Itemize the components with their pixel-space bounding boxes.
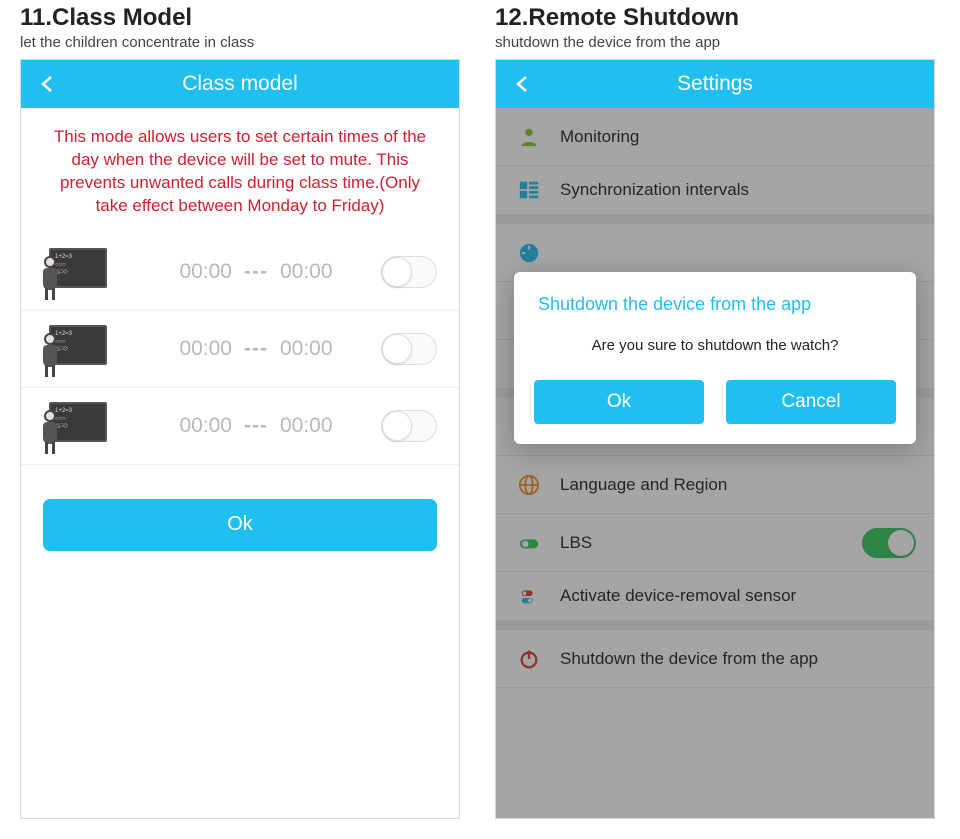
panel-remote-shutdown: 12.Remote Shutdown shutdown the device f… [495, 0, 940, 819]
dialog-buttons: Ok Cancel [534, 380, 896, 424]
panel-header: 12.Remote Shutdown shutdown the device f… [495, 0, 940, 59]
chalkboard-icon [39, 398, 109, 454]
back-button[interactable] [510, 71, 536, 97]
dash: --- [244, 260, 268, 284]
chalkboard-icon [39, 321, 109, 377]
section-title: 12.Remote Shutdown [495, 4, 940, 32]
ok-label: Ok [607, 391, 631, 413]
chalkboard-icon [39, 244, 109, 300]
panel-class-model: 11.Class Model let the children concentr… [20, 0, 465, 819]
dialog-message: Are you sure to shutdown the watch? [534, 337, 896, 354]
dialog-title: Shutdown the device from the app [534, 294, 896, 315]
screen-title: Class model [182, 72, 298, 96]
time-range[interactable]: 00:00 --- 00:00 [131, 414, 381, 438]
phone-screen-settings: Settings Monitoring Synchronization [495, 59, 935, 819]
toggle-switch[interactable] [381, 333, 437, 365]
ok-label: Ok [227, 513, 253, 536]
dash: --- [244, 414, 268, 438]
dialog-cancel-button[interactable]: Cancel [726, 380, 896, 424]
screen-title: Settings [677, 72, 753, 96]
phone-body: This mode allows users to set certain ti… [21, 108, 459, 818]
end-time: 00:00 [280, 260, 333, 284]
titlebar: Class model [21, 60, 459, 108]
phone-body: Monitoring Synchronization intervals [496, 108, 934, 818]
end-time: 00:00 [280, 414, 333, 438]
back-button[interactable] [35, 71, 61, 97]
time-row[interactable]: 00:00 --- 00:00 [21, 311, 459, 388]
time-range[interactable]: 00:00 --- 00:00 [131, 260, 381, 284]
end-time: 00:00 [280, 337, 333, 361]
class-description: This mode allows users to set certain ti… [21, 108, 459, 234]
shutdown-dialog: Shutdown the device from the app Are you… [514, 272, 916, 444]
ok-button[interactable]: Ok [43, 499, 437, 551]
toggle-switch[interactable] [381, 410, 437, 442]
start-time: 00:00 [179, 260, 232, 284]
section-subtitle: shutdown the device from the app [495, 34, 940, 51]
section-title: 11.Class Model [20, 4, 465, 32]
arrow-left-icon [36, 72, 60, 96]
time-row[interactable]: 00:00 --- 00:00 [21, 234, 459, 311]
dash: --- [244, 337, 268, 361]
dialog-ok-button[interactable]: Ok [534, 380, 704, 424]
modal-overlay[interactable] [496, 108, 934, 818]
panel-header: 11.Class Model let the children concentr… [20, 0, 465, 59]
start-time: 00:00 [179, 414, 232, 438]
time-row[interactable]: 00:00 --- 00:00 [21, 388, 459, 465]
cancel-label: Cancel [781, 391, 840, 413]
arrow-left-icon [511, 72, 535, 96]
titlebar: Settings [496, 60, 934, 108]
time-range[interactable]: 00:00 --- 00:00 [131, 337, 381, 361]
section-subtitle: let the children concentrate in class [20, 34, 465, 51]
start-time: 00:00 [179, 337, 232, 361]
toggle-switch[interactable] [381, 256, 437, 288]
phone-screen-class-model: Class model This mode allows users to se… [20, 59, 460, 819]
